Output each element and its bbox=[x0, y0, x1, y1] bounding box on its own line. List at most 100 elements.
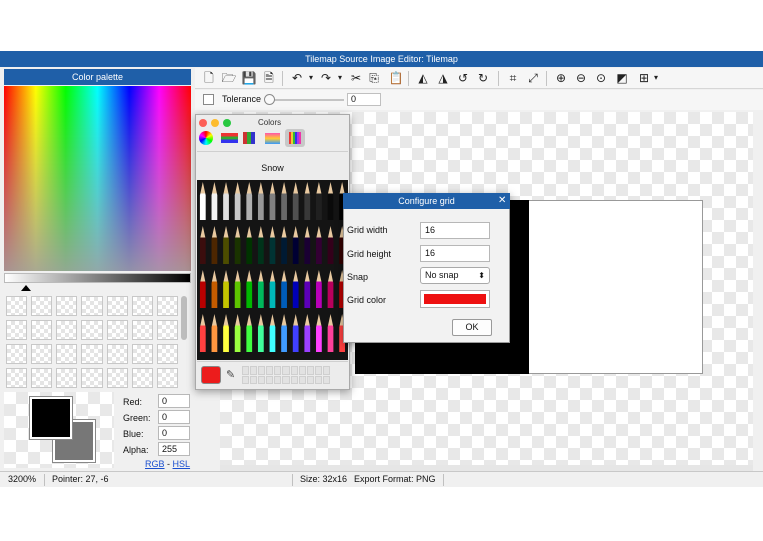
undo-icon[interactable]: ↶ bbox=[289, 70, 305, 86]
zoom-in-icon[interactable]: ⊕ bbox=[553, 70, 569, 86]
pencils-tab[interactable] bbox=[285, 129, 305, 147]
copy-icon[interactable]: ⎘ bbox=[366, 70, 382, 86]
empty-swatch[interactable] bbox=[131, 368, 153, 388]
pencil[interactable] bbox=[234, 270, 241, 308]
pencil[interactable] bbox=[234, 314, 241, 352]
saved-color-slot[interactable] bbox=[306, 375, 314, 384]
empty-swatch[interactable] bbox=[106, 368, 128, 388]
pencil[interactable] bbox=[211, 226, 218, 264]
saved-color-slot[interactable] bbox=[314, 366, 322, 375]
blue-input[interactable]: 0 bbox=[158, 426, 190, 440]
flip-horizontal-icon[interactable]: ◭ bbox=[415, 70, 431, 86]
saved-color-slot[interactable] bbox=[266, 366, 274, 375]
saved-color-slot[interactable] bbox=[266, 375, 274, 384]
pencil[interactable] bbox=[269, 314, 276, 352]
grid-dropdown-icon[interactable]: ▾ bbox=[652, 70, 660, 86]
redo-dropdown-icon[interactable]: ▾ bbox=[336, 70, 344, 86]
pencil[interactable] bbox=[316, 182, 322, 220]
empty-swatch[interactable] bbox=[156, 296, 178, 316]
saved-color-slot[interactable] bbox=[258, 375, 266, 384]
saved-color-slot[interactable] bbox=[242, 366, 250, 375]
pencil[interactable] bbox=[269, 182, 276, 220]
tile-white[interactable] bbox=[529, 200, 703, 374]
empty-swatch[interactable] bbox=[81, 320, 103, 340]
pencil[interactable] bbox=[327, 226, 334, 264]
saved-color-slot[interactable] bbox=[322, 375, 330, 384]
crop-icon[interactable]: ⌗ bbox=[505, 70, 521, 86]
resize-icon[interactable]: ⤢ bbox=[525, 70, 541, 86]
pencil[interactable] bbox=[269, 270, 276, 308]
toggle-background-icon[interactable]: ◩ bbox=[614, 70, 630, 86]
saved-color-slot[interactable] bbox=[282, 375, 290, 384]
empty-swatch[interactable] bbox=[156, 368, 178, 388]
empty-swatch[interactable] bbox=[131, 320, 153, 340]
saved-color-slot[interactable] bbox=[306, 366, 314, 375]
empty-swatch[interactable] bbox=[6, 344, 28, 364]
rgb-link[interactable]: RGB bbox=[145, 459, 165, 469]
pencil[interactable] bbox=[211, 182, 218, 220]
empty-swatch[interactable] bbox=[81, 296, 103, 316]
empty-swatch[interactable] bbox=[56, 368, 78, 388]
pencil[interactable] bbox=[316, 270, 322, 308]
empty-swatch[interactable] bbox=[156, 344, 178, 364]
color-spectrum[interactable] bbox=[4, 86, 191, 271]
undo-dropdown-icon[interactable]: ▾ bbox=[307, 70, 315, 86]
saved-color-slot[interactable] bbox=[242, 375, 250, 384]
saved-color-slot[interactable] bbox=[250, 375, 258, 384]
saved-color-slot[interactable] bbox=[282, 366, 290, 375]
saved-color-slot[interactable] bbox=[298, 375, 306, 384]
pencil[interactable] bbox=[327, 314, 334, 352]
saved-color-slot[interactable] bbox=[314, 375, 322, 384]
pencil[interactable] bbox=[304, 270, 311, 308]
pencil[interactable] bbox=[211, 270, 218, 308]
color-palettes-icon[interactable] bbox=[243, 132, 255, 144]
pencil[interactable] bbox=[234, 226, 241, 264]
empty-swatch[interactable] bbox=[56, 296, 78, 316]
empty-swatch[interactable] bbox=[81, 368, 103, 388]
pencil[interactable] bbox=[257, 270, 264, 308]
red-input[interactable]: 0 bbox=[158, 394, 190, 408]
pencil[interactable] bbox=[281, 314, 287, 352]
save-as-icon[interactable]: 🗎 bbox=[261, 70, 277, 86]
pencil[interactable] bbox=[292, 226, 299, 264]
redo-icon[interactable]: ↷ bbox=[318, 70, 334, 86]
pencil[interactable] bbox=[199, 270, 206, 308]
image-palettes-icon[interactable] bbox=[265, 133, 280, 144]
empty-swatch[interactable] bbox=[131, 296, 153, 316]
pencil[interactable] bbox=[246, 226, 253, 264]
empty-swatch[interactable] bbox=[6, 296, 28, 316]
empty-swatch[interactable] bbox=[106, 344, 128, 364]
empty-swatch[interactable] bbox=[56, 320, 78, 340]
save-icon[interactable]: 💾 bbox=[241, 70, 257, 86]
empty-swatch[interactable] bbox=[31, 296, 53, 316]
pencil[interactable] bbox=[292, 270, 299, 308]
tolerance-input[interactable]: 0 bbox=[347, 93, 381, 106]
pencil[interactable] bbox=[304, 314, 311, 352]
flip-vertical-icon[interactable]: ◮ bbox=[435, 70, 451, 86]
snap-select[interactable]: No snap ⬍ bbox=[420, 267, 490, 284]
pencil[interactable] bbox=[327, 182, 334, 220]
pencil[interactable] bbox=[199, 314, 206, 352]
empty-swatch[interactable] bbox=[6, 368, 28, 388]
empty-swatch[interactable] bbox=[31, 344, 53, 364]
zoom-fit-icon[interactable]: ⊙ bbox=[593, 70, 609, 86]
pencil[interactable] bbox=[292, 182, 299, 220]
pencil[interactable] bbox=[234, 182, 241, 220]
rotate-left-icon[interactable]: ↺ bbox=[455, 70, 471, 86]
pencil[interactable] bbox=[199, 182, 206, 220]
hsl-link[interactable]: HSL bbox=[173, 459, 191, 469]
pencil[interactable] bbox=[223, 226, 229, 264]
minimize-dot-icon[interactable] bbox=[211, 119, 219, 127]
eyedropper-icon[interactable]: ✎ bbox=[226, 368, 235, 381]
pencil[interactable] bbox=[327, 270, 334, 308]
empty-swatch[interactable] bbox=[131, 344, 153, 364]
tolerance-checkbox[interactable] bbox=[203, 94, 214, 105]
new-file-icon[interactable]: 🗋 bbox=[201, 70, 217, 86]
pencil[interactable] bbox=[223, 314, 229, 352]
cut-icon[interactable]: ✂ bbox=[348, 70, 364, 86]
pencil[interactable] bbox=[304, 182, 311, 220]
foreground-color-swatch[interactable] bbox=[29, 396, 73, 440]
zoom-out-icon[interactable]: ⊖ bbox=[573, 70, 589, 86]
saved-color-slot[interactable] bbox=[290, 375, 298, 384]
brightness-marker[interactable] bbox=[21, 285, 31, 291]
